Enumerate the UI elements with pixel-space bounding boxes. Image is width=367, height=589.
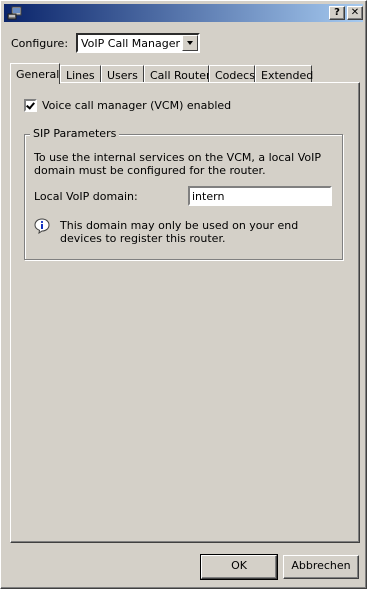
tab-general[interactable]: General (10, 63, 60, 84)
phone-network-icon (7, 6, 22, 20)
chevron-down-icon[interactable] (182, 35, 198, 51)
local-voip-domain-label: Local VoIP domain: (34, 190, 138, 203)
cancel-button[interactable]: Abbrechen (283, 555, 359, 579)
tab-codecs[interactable]: Codecs (209, 65, 255, 83)
info-icon (34, 218, 50, 234)
close-button[interactable]: ✕ (347, 6, 363, 20)
tab-call-router[interactable]: Call Router (144, 65, 210, 83)
local-voip-domain-input[interactable]: intern (188, 186, 332, 206)
vcm-enabled-checkbox[interactable] (24, 99, 37, 112)
vcm-enabled-label[interactable]: Voice call manager (VCM) enabled (42, 99, 231, 112)
title-bar[interactable]: ? ✕ (4, 4, 363, 22)
domain-info-text: This domain may only be used on your end… (60, 219, 299, 245)
ok-button[interactable]: OK (200, 554, 278, 580)
help-button[interactable]: ? (329, 6, 345, 20)
tab-extended[interactable]: Extended (255, 65, 313, 83)
configure-selected-value: VoIP Call Manager (81, 37, 181, 50)
tab-users[interactable]: Users (101, 65, 144, 83)
configure-dropdown[interactable]: VoIP Call Manager (76, 33, 200, 53)
sip-parameters-title: SIP Parameters (30, 127, 120, 140)
local-voip-domain-value: intern (192, 190, 225, 203)
tab-lines[interactable]: Lines (60, 65, 101, 83)
sip-description: To use the internal services on the VCM,… (34, 151, 322, 177)
configure-label: Configure: (11, 37, 69, 50)
